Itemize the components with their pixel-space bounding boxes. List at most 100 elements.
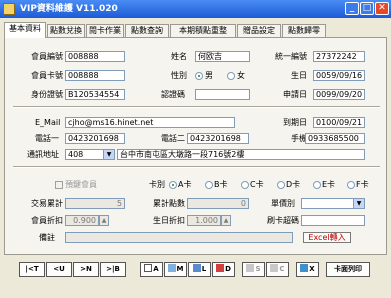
card-recharge-label: 刷卡超碼 xyxy=(267,216,299,225)
tab-points-exchange[interactable]: 點數兌換 xyxy=(47,24,85,37)
name-field[interactable]: 何欧吉 xyxy=(195,51,250,62)
card-c-label: C卡 xyxy=(250,180,264,189)
card-recharge-field[interactable] xyxy=(301,215,365,226)
tab-points-zero[interactable]: 點數歸零 xyxy=(282,24,326,37)
zip-value: 408 xyxy=(68,150,84,159)
exit-label: X xyxy=(309,265,315,273)
mobile-field[interactable]: 0933685500 xyxy=(305,133,365,144)
gender-male-radio[interactable] xyxy=(195,72,203,80)
address-field[interactable]: 台中市南屯區大墩路一段716號2樓 xyxy=(117,149,365,160)
note-label: 備註 xyxy=(39,233,55,242)
list-label: L xyxy=(201,265,207,273)
nav-prev-button[interactable]: <U xyxy=(46,262,72,277)
auth-code-field[interactable] xyxy=(195,89,250,100)
gender-male-label: 男 xyxy=(205,71,213,80)
trade-total-field: 5 xyxy=(65,198,125,209)
phone1-label: 電話一 xyxy=(35,134,59,143)
gender-female-radio[interactable] xyxy=(227,72,235,80)
app-window: VIP資料維護 V11.020 _ □ ✕ 基本資料 點數兌換 閱卡作業 點數查… xyxy=(0,0,391,298)
list-button[interactable]: L xyxy=(188,262,211,277)
card-c-radio[interactable] xyxy=(241,181,249,189)
member-no-label: 會員編號 xyxy=(31,52,63,61)
modify-label: M xyxy=(176,265,184,273)
phone1-field[interactable]: 0423201698 xyxy=(65,133,125,144)
edit-icon xyxy=(167,264,176,272)
email-label: E_Mail xyxy=(35,118,61,127)
exit-icon xyxy=(300,264,309,272)
gender-female-label: 女 xyxy=(237,71,245,80)
save-button[interactable]: S xyxy=(242,262,265,277)
save-label: S xyxy=(255,265,261,273)
discount-label: 會員折扣 xyxy=(31,216,63,225)
discount-field: 0.900 xyxy=(65,215,99,226)
bday-discount-field: 1.000 xyxy=(187,215,221,226)
nav-last-button[interactable]: >|B xyxy=(100,262,126,277)
points-total-label: 累計點數 xyxy=(153,199,185,208)
window-title: VIP資料維護 V11.020 xyxy=(20,4,118,14)
title-bar: VIP資料維護 V11.020 _ □ ✕ xyxy=(0,0,391,18)
card-b-label: B卡 xyxy=(214,180,228,189)
bday-discount-label: 生日折扣 xyxy=(153,216,185,225)
price-tier-select[interactable]: ▼ xyxy=(301,198,365,209)
note-field[interactable] xyxy=(65,232,293,243)
expire-date-field[interactable]: 0100/09/21 xyxy=(313,117,365,128)
tab-points-query[interactable]: 點數查詢 xyxy=(125,24,169,37)
undo-icon xyxy=(270,264,279,272)
birthday-field[interactable]: 0059/09/16 xyxy=(313,70,365,81)
tab-period-reset[interactable]: 本期積點重整 xyxy=(170,24,236,37)
bday-discount-value: 1.000 xyxy=(195,216,218,225)
email-field[interactable]: cjho@ms16.hinet.net xyxy=(65,117,235,128)
phone2-field[interactable]: 0423201698 xyxy=(187,133,249,144)
bday-discount-spin-icon[interactable]: ▲ xyxy=(221,215,231,226)
tax-id-field[interactable]: 27372242 xyxy=(313,51,365,62)
expire-date-label: 到期日 xyxy=(283,118,307,127)
chevron-down-icon[interactable]: ▼ xyxy=(353,199,364,208)
address-label: 通訊地址 xyxy=(27,150,59,159)
card-print-button[interactable]: 卡面列印 xyxy=(326,262,370,277)
delete-button[interactable]: D xyxy=(212,262,235,277)
trade-total-label: 交易累計 xyxy=(31,199,63,208)
save-icon xyxy=(246,264,255,272)
card-a-label: A卡 xyxy=(178,180,192,189)
card-no-label: 會員卡號 xyxy=(31,71,63,80)
minimize-button[interactable]: _ xyxy=(345,2,359,15)
apply-date-label: 申請日 xyxy=(283,90,307,99)
list-icon xyxy=(192,264,201,272)
add-label: A xyxy=(153,265,159,273)
separator xyxy=(13,106,380,108)
birthday-label: 生日 xyxy=(291,71,307,80)
member-no-field[interactable]: 008888 xyxy=(65,51,125,62)
nav-next-button[interactable]: >N xyxy=(73,262,99,277)
exit-button[interactable]: X xyxy=(296,262,319,277)
card-b-radio[interactable] xyxy=(205,181,213,189)
maximize-button[interactable]: □ xyxy=(360,2,374,15)
chevron-down-icon[interactable]: ▼ xyxy=(103,150,114,159)
excel-import-button[interactable]: Excel轉入 xyxy=(303,232,351,243)
tab-gift-settings[interactable]: 贈品設定 xyxy=(237,24,281,37)
card-d-radio[interactable] xyxy=(277,181,285,189)
nav-first-button[interactable]: |<T xyxy=(19,262,45,277)
card-e-radio[interactable] xyxy=(313,181,321,189)
cancel-button[interactable]: C xyxy=(266,262,289,277)
card-no-field[interactable]: 008888 xyxy=(65,70,125,81)
id-no-field[interactable]: B120534554 xyxy=(65,89,125,100)
price-tier-label: 單價別 xyxy=(271,199,295,208)
discount-value: 0.900 xyxy=(73,216,96,225)
delete-icon xyxy=(216,264,225,272)
gender-label: 性別 xyxy=(171,71,187,80)
card-f-label: F卡 xyxy=(356,180,369,189)
tab-card-reading[interactable]: 閱卡作業 xyxy=(86,24,124,37)
preview-member-checkbox[interactable] xyxy=(55,181,63,189)
add-button[interactable]: A xyxy=(140,262,163,277)
document-icon xyxy=(144,264,153,272)
card-a-radio[interactable] xyxy=(169,181,177,189)
tab-basic-info[interactable]: 基本資料 xyxy=(4,22,46,38)
preview-member-label: 預鍵會員 xyxy=(65,180,97,189)
points-total-field: 0 xyxy=(187,198,249,209)
zip-select[interactable]: 408 ▼ xyxy=(65,149,115,160)
card-f-radio[interactable] xyxy=(347,181,355,189)
modify-button[interactable]: M xyxy=(164,262,187,277)
apply-date-field[interactable]: 0099/09/20 xyxy=(313,89,365,100)
discount-spin-icon[interactable]: ▲ xyxy=(99,215,109,226)
close-button[interactable]: ✕ xyxy=(375,2,389,15)
